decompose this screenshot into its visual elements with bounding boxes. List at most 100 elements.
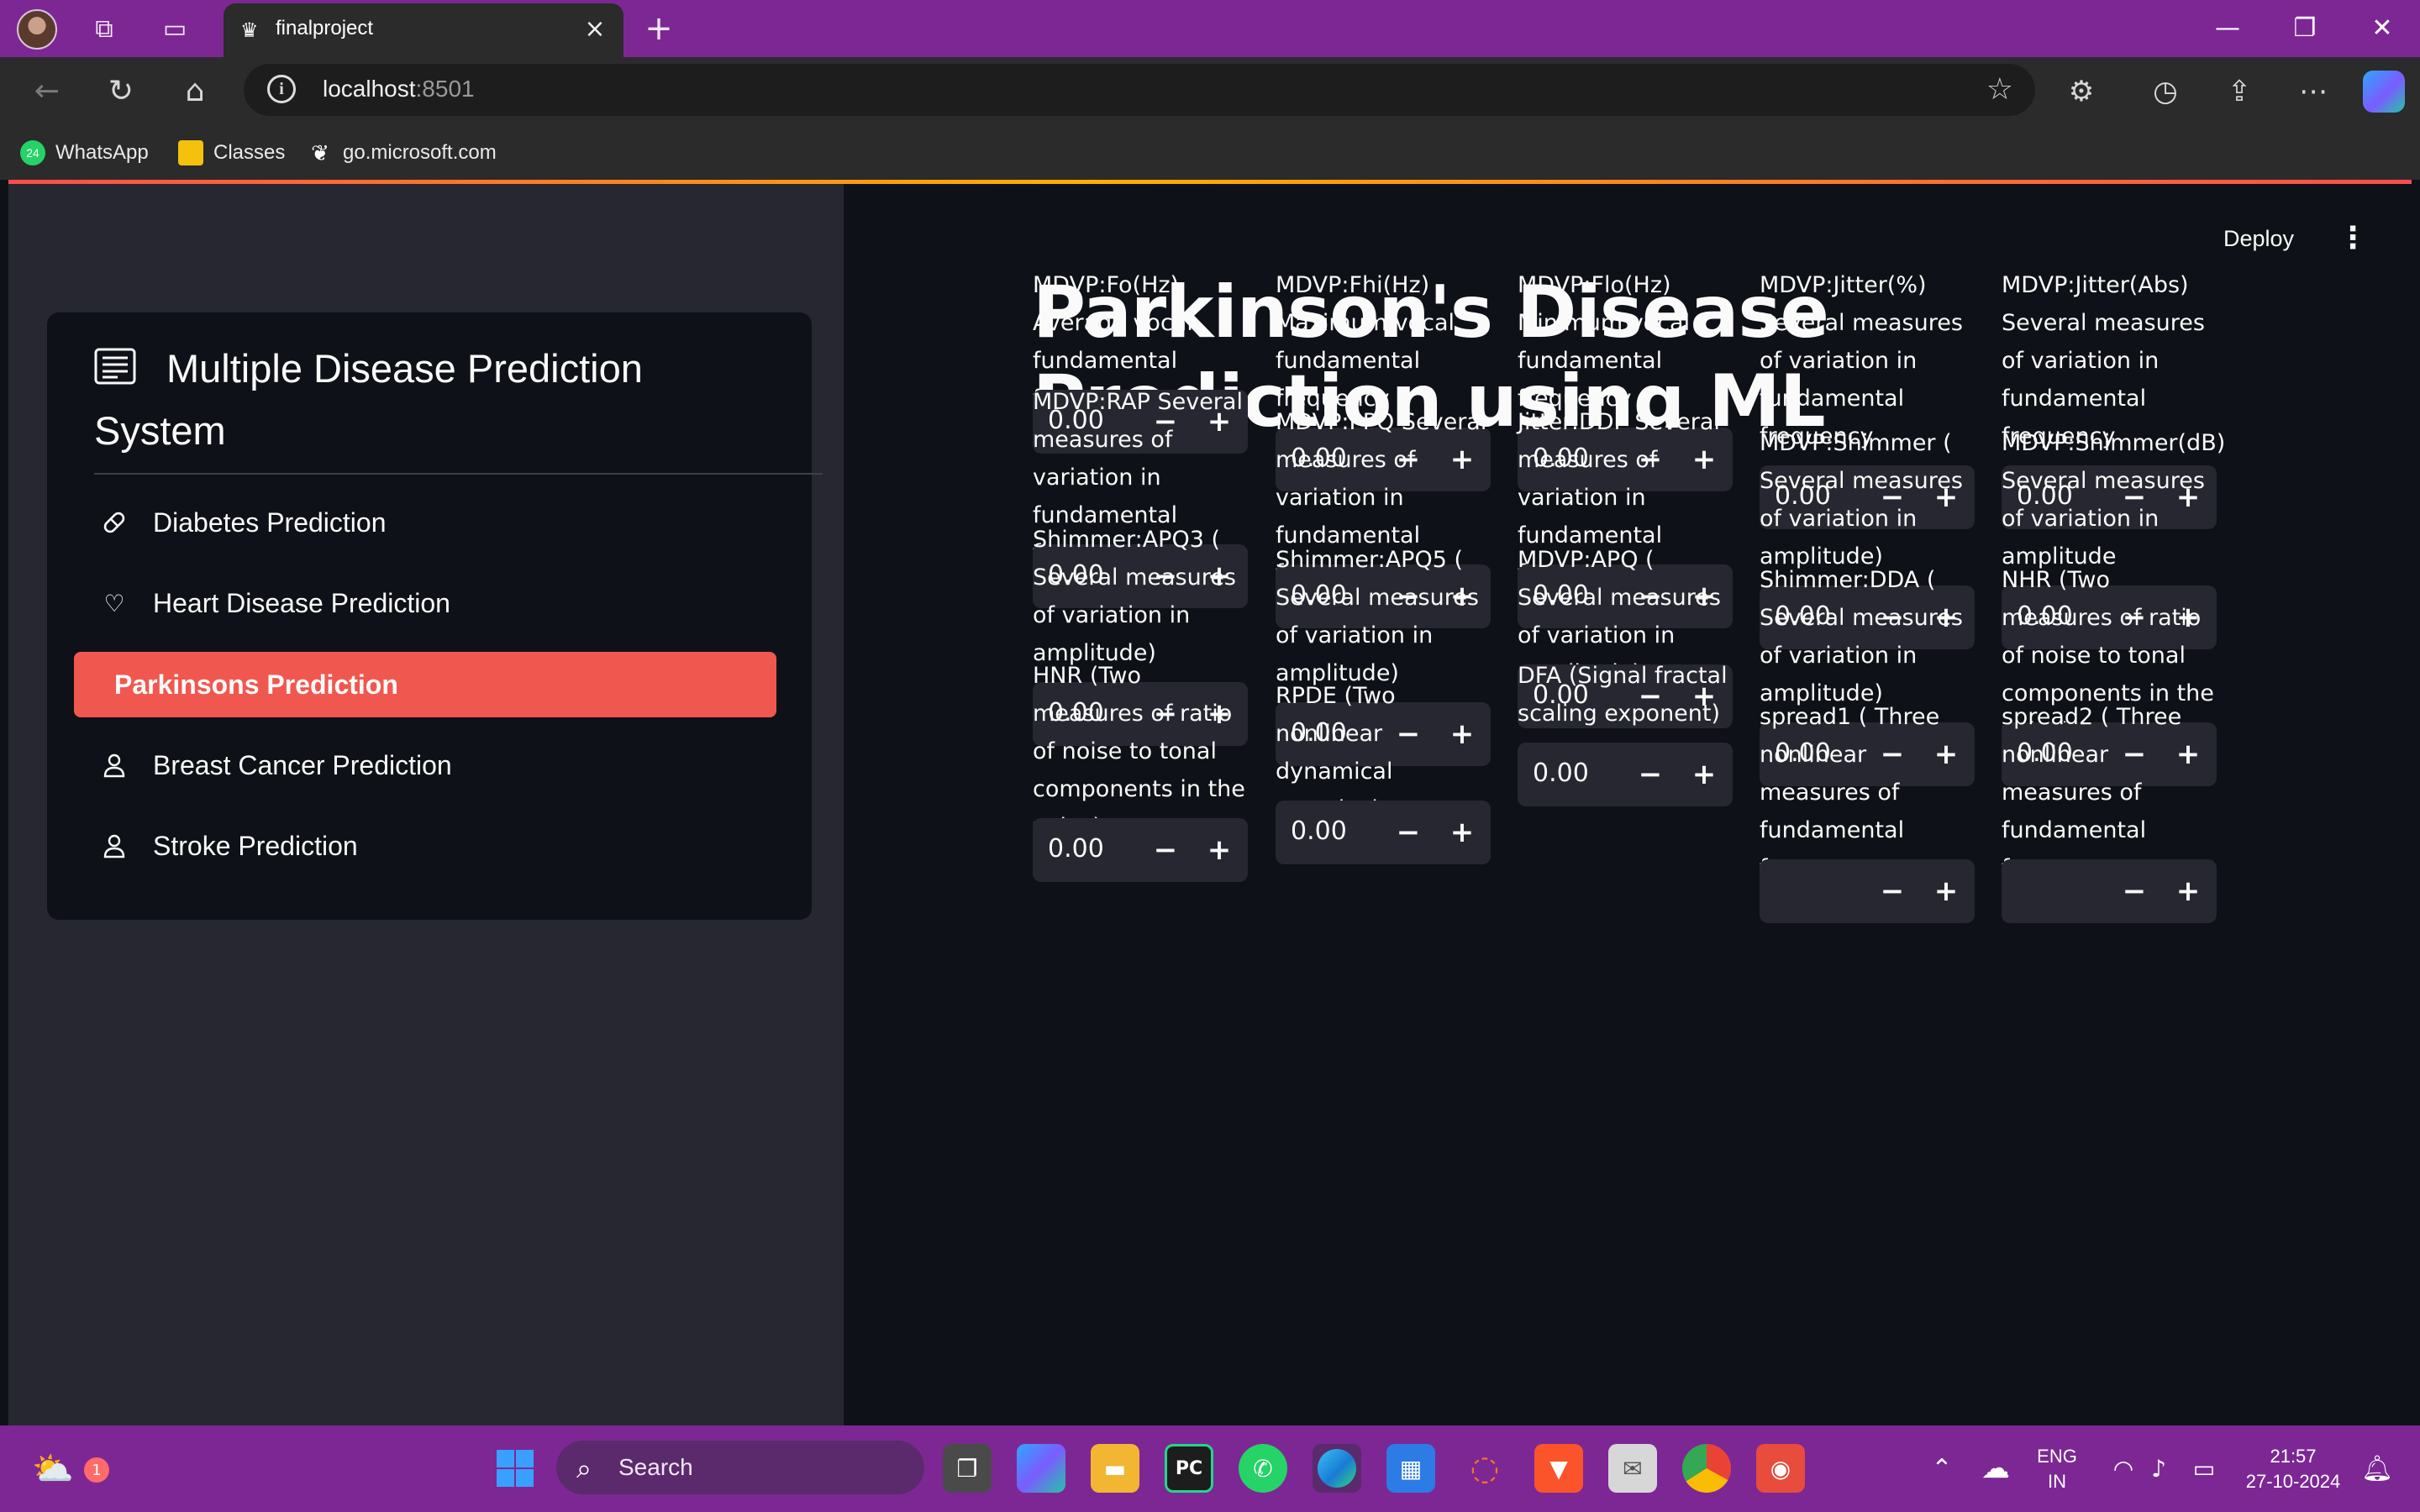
refresh-icon[interactable]: ↻ [97, 69, 145, 113]
field-label: DFA (Signal fractal scaling exponent) [1518, 663, 1728, 727]
parkinsons-field: Shimmer:APQ3 ( Several measures of varia… [1033, 521, 1248, 746]
sidebar-item-heart-disease[interactable]: ♡ Heart Disease Prediction [74, 570, 776, 636]
main-content: Deploy ⋮ Parkinson's Disease Prediction … [844, 184, 2412, 1425]
share-icon[interactable]: ⇪ [2218, 71, 2260, 113]
favorite-star-icon[interactable]: ☆ [1986, 72, 2013, 107]
restore-button[interactable]: ❐ [2275, 7, 2334, 49]
number-input[interactable]: 0.00 − + [1276, 801, 1491, 864]
number-input-value[interactable]: 0.00 [1048, 834, 1104, 864]
pycharm-icon[interactable]: PC [1165, 1444, 1213, 1493]
task-view-icon[interactable]: ❐ [943, 1444, 992, 1493]
increment-button[interactable]: + [1439, 812, 1486, 853]
site-info-icon[interactable]: i [267, 75, 296, 103]
field-label: MDVP:Flo(Hz) Minimum vocal fundamental f… [1518, 272, 1691, 412]
parkinsons-field: MDVP:Shimmer ( Several measures of varia… [1760, 424, 1975, 649]
minimize-button[interactable]: — [2198, 7, 2257, 49]
increment-button[interactable]: + [1681, 754, 1728, 795]
copilot-taskbar-icon[interactable] [1017, 1444, 1065, 1493]
onedrive-icon[interactable]: ☁ [1971, 1444, 2020, 1493]
menu-title: Multiple Disease Prediction System [94, 346, 643, 453]
home-icon[interactable]: ⌂ [171, 69, 218, 113]
sidebar-item-parkinsons[interactable]: Parkinsons Prediction [74, 652, 776, 717]
bookmark-classes[interactable]: Classes [178, 138, 285, 168]
field-label: MDVP:Fhi(Hz) Maximum vocal fundamental f… [1276, 272, 1455, 412]
sidebar: Multiple Disease Prediction System Diabe… [8, 184, 844, 1425]
deploy-button[interactable]: Deploy [2223, 226, 2294, 252]
increment-button[interactable]: + [1923, 871, 1970, 911]
start-button[interactable] [491, 1444, 539, 1493]
taskbar-search[interactable]: ⌕ Search [556, 1441, 924, 1494]
number-input[interactable]: 0.00 − + [1518, 743, 1733, 806]
number-input[interactable]: − + [2002, 859, 2217, 923]
clock[interactable]: 21:57 27-10-2024 [2230, 1444, 2356, 1494]
notifications-bell-icon[interactable]: 🔔︎ [2353, 1444, 2402, 1493]
bookmarks-bar: 24 WhatsApp Classes ❦ go.microsoft.com [0, 124, 2420, 180]
main-menu-icon[interactable]: ⋮ [2338, 221, 2368, 255]
bookmark-go-microsoft[interactable]: ❦ go.microsoft.com [308, 138, 497, 168]
number-input[interactable]: 0.00 − + [1033, 818, 1248, 882]
person-icon [99, 750, 129, 780]
decrement-button[interactable]: − [1869, 871, 1916, 911]
chrome-icon[interactable] [1682, 1444, 1731, 1493]
field-label: Shimmer:DDA ( Several measures of variat… [1760, 567, 1963, 706]
sidebar-item-diabetes[interactable]: Diabetes Prediction [74, 490, 776, 555]
file-explorer-icon[interactable]: ▬ [1091, 1444, 1139, 1493]
browser-titlebar: ⧉ ▭ ♛ finalproject × + — ❐ ✕ [0, 0, 2420, 57]
copilot-icon[interactable] [2363, 71, 2405, 113]
tray-overflow-icon[interactable]: ⌃ [1918, 1444, 1966, 1493]
store-icon[interactable]: ▦ [1386, 1444, 1435, 1493]
browser-tab-active[interactable]: ♛ finalproject × [224, 3, 623, 57]
classes-icon [178, 140, 203, 165]
sidebar-item-stroke[interactable]: Stroke Prediction [74, 813, 776, 879]
whatsapp-taskbar-icon[interactable]: ✆ [1239, 1444, 1287, 1493]
menu-divider [94, 473, 823, 475]
battery-icon[interactable]: ▭ [2180, 1444, 2228, 1493]
tab-close-icon[interactable]: × [578, 12, 612, 45]
bookmark-whatsapp[interactable]: 24 WhatsApp [20, 138, 149, 168]
recorder-icon[interactable]: ◉ [1756, 1444, 1805, 1493]
parkinsons-field: Shimmer:APQ5 ( Several measures of varia… [1276, 541, 1491, 766]
close-window-button[interactable]: ✕ [2353, 7, 2412, 49]
weather-icon[interactable]: ⛅ 1 [29, 1444, 109, 1493]
decrement-button[interactable]: − [1142, 830, 1189, 870]
leaf-icon: ❦ [311, 139, 329, 165]
extensions-icon[interactable]: ⚙ [2060, 71, 2102, 113]
parkinsons-field: Shimmer:DDA ( Several measures of variat… [1760, 561, 1975, 786]
increment-button[interactable]: + [2165, 871, 2212, 911]
volume-icon[interactable]: ♪ [2134, 1444, 2183, 1493]
address-url[interactable]: localhost:8501 [323, 76, 475, 102]
browser-toolbar: ← ↻ ⌂ i localhost:8501 ☆ ⚙ ◷ ⇪ ⋯ [0, 57, 2420, 124]
os-taskbar: ⛅ 1 ⌕ Search ❐ ▬ PC ✆ ▦ ◌ ▼ ✉ ◉ ⌃ ☁ ENG IN… [0, 1425, 2420, 1512]
jupyter-icon[interactable]: ◌ [1460, 1444, 1509, 1493]
address-bar[interactable]: i localhost:8501 ☆ [244, 64, 2035, 116]
workspaces-icon[interactable]: ⧉ [87, 12, 121, 45]
tab-actions-icon[interactable]: ▭ [158, 12, 192, 45]
new-tab-button[interactable]: + [640, 9, 677, 48]
increment-button[interactable]: + [1196, 830, 1243, 870]
parkinsons-field: DFA (Signal fractal scaling exponent) 0.0… [1518, 657, 1733, 806]
profile-avatar[interactable] [17, 9, 57, 50]
back-icon[interactable]: ← [24, 69, 71, 113]
pill-icon [99, 507, 129, 538]
parkinsons-field: MDVP:Fhi(Hz) Maximum vocal fundamental f… [1276, 266, 1491, 491]
number-input[interactable]: − + [1760, 859, 1975, 923]
parkinsons-field: RPDE (Two nonlinear dynamical complexity… [1276, 677, 1491, 866]
sidebar-item-breast-cancer[interactable]: Breast Cancer Prediction [74, 732, 776, 798]
decrement-button[interactable]: − [1385, 812, 1432, 853]
more-menu-icon[interactable]: ⋯ [2292, 71, 2334, 113]
language-indicator[interactable]: ENG IN [2030, 1444, 2084, 1494]
parkinsons-field: MDVP:Shimmer(dB) Several measures of var… [2002, 424, 2225, 649]
streamlit-crown-icon: ♛ [240, 18, 259, 42]
tab-title: finalproject [276, 17, 374, 39]
parkinsons-field: MDVP:Flo(Hz) Minimum vocal fundamental f… [1518, 266, 1733, 491]
mail-icon[interactable]: ✉ [1608, 1444, 1657, 1493]
history-icon[interactable]: ◷ [2144, 71, 2186, 113]
brave-icon[interactable]: ▼ [1534, 1444, 1583, 1493]
number-input-value[interactable]: 0.00 [1291, 816, 1347, 846]
parkinsons-field: HNR (Two measures of ratio of noise to t… [1033, 657, 1248, 882]
field-label: Shimmer:APQ5 ( Several measures of varia… [1276, 547, 1479, 686]
decrement-button[interactable]: − [2111, 871, 2158, 911]
number-input-value[interactable]: 0.00 [1533, 759, 1589, 788]
edge-icon[interactable] [1313, 1444, 1361, 1493]
decrement-button[interactable]: − [1627, 754, 1674, 795]
